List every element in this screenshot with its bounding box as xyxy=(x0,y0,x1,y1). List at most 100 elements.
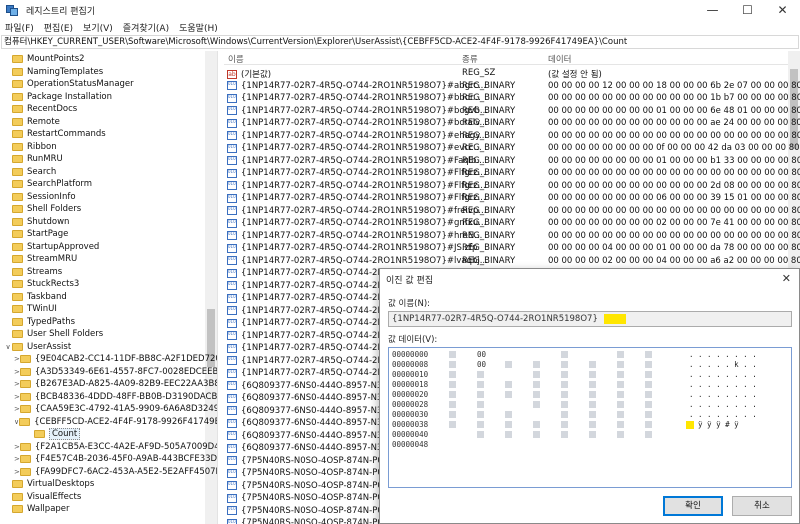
column-name[interactable]: 이름 xyxy=(228,53,244,65)
tree-item[interactable]: Package Installation xyxy=(4,91,209,104)
tree-item[interactable]: User Shell Folders xyxy=(4,328,209,341)
collapse-icon[interactable]: ∨ xyxy=(4,343,12,351)
tree-item-label: Count xyxy=(49,428,81,441)
tree-item[interactable]: NamingTemplates xyxy=(4,66,209,79)
tree-item[interactable]: StartPage xyxy=(4,228,209,241)
binary-value-icon: 010 110 xyxy=(227,156,237,165)
value-row[interactable]: 010 110 {1NP14R77-02R7-4R5Q-O744-2RO1NR51… xyxy=(224,217,800,230)
tree-item[interactable]: Search xyxy=(4,166,209,179)
tree-item[interactable]: ∨ UserAssist xyxy=(4,341,209,354)
minimize-button[interactable]: — xyxy=(695,0,730,20)
tree-item[interactable]: VirtualDesktops xyxy=(4,478,209,491)
expand-icon[interactable]: > xyxy=(14,468,20,476)
folder-icon xyxy=(19,455,31,464)
hex-byte-blurred xyxy=(533,431,540,438)
tree-item[interactable]: > {A3D53349-6E61-4557-8FC7-0028EDCEEBF6} xyxy=(14,366,217,379)
expand-icon[interactable]: > xyxy=(14,455,20,463)
expand-icon[interactable]: > xyxy=(14,380,20,388)
column-data[interactable]: 데이터 xyxy=(548,53,571,65)
value-row[interactable]: 010 110 {1NP14R77-02R7-4R5Q-O744-2RO1NR51… xyxy=(224,142,800,155)
column-type[interactable]: 종류 xyxy=(462,53,478,65)
value-name-cell: 010 110 {6Q809377-6NS0-444O-8957-N377 xyxy=(227,443,393,453)
expand-icon[interactable]: > xyxy=(14,443,20,451)
value-row[interactable]: 010 110 {1NP14R77-02R7-4R5Q-O744-2RO1NR51… xyxy=(224,80,800,93)
value-row[interactable]: 010 110 {1NP14R77-02R7-4R5Q-O744-2RO1NR51… xyxy=(224,242,800,255)
value-row[interactable]: 010 110 {1NP14R77-02R7-4R5Q-O744-2RO1NR51… xyxy=(224,105,800,118)
tree-item[interactable]: MountPoints2 xyxy=(4,53,209,66)
value-type-cell: REG_BINARY xyxy=(462,205,516,216)
value-name-text: (기본값) xyxy=(241,70,272,80)
menu-view[interactable]: 보기(V) xyxy=(78,21,118,34)
tree-item[interactable]: StartupApproved xyxy=(4,241,209,254)
hex-byte-blurred xyxy=(645,381,652,388)
close-button[interactable]: ✕ xyxy=(765,0,800,20)
tree-item[interactable]: SearchPlatform xyxy=(4,178,209,191)
value-name-text: {7P5N40RS-N0SO-4OSP-874N-P0S xyxy=(241,480,389,491)
maximize-button[interactable]: ☐ xyxy=(730,0,765,20)
hex-byte-text: 00 xyxy=(477,360,487,369)
tree-item[interactable]: Remote xyxy=(4,116,209,129)
tree-item[interactable]: Streams xyxy=(4,266,209,279)
menu-help[interactable]: 도움말(H) xyxy=(174,21,223,34)
value-row[interactable]: 010 110 {1NP14R77-02R7-4R5Q-O744-2RO1NR51… xyxy=(224,192,800,205)
tree-item[interactable]: Wallpaper xyxy=(4,503,209,516)
value-type-cell: REG_BINARY xyxy=(462,130,516,141)
value-row[interactable]: 010 110 {1NP14R77-02R7-4R5Q-O744-2RO1NR51… xyxy=(224,130,800,143)
value-type-cell: REG_BINARY xyxy=(462,105,516,116)
value-row[interactable]: 010 110 {1NP14R77-02R7-4R5Q-O744-2RO1NR51… xyxy=(224,230,800,243)
expand-icon[interactable]: > xyxy=(14,355,20,363)
hex-editor[interactable]: 00000000 00. . . . . . . . 00000008 00. . .… xyxy=(388,347,792,488)
value-row[interactable]: 010 110 {1NP14R77-02R7-4R5Q-O744-2RO1NR51… xyxy=(224,255,800,268)
expand-icon[interactable]: > xyxy=(14,393,20,401)
address-bar[interactable]: 컴퓨터\HKEY_CURRENT_USER\Software\Microsoft… xyxy=(1,35,799,49)
dialog-close-icon[interactable]: ✕ xyxy=(782,272,791,285)
tree-item[interactable]: Count xyxy=(26,428,217,441)
binary-value-icon: 010 110 xyxy=(227,106,237,115)
tree-item[interactable]: RunMRU xyxy=(4,153,209,166)
value-row[interactable]: 010 110 {1NP14R77-02R7-4R5Q-O744-2RO1NR51… xyxy=(224,205,800,218)
value-row[interactable]: 010 110 {1NP14R77-02R7-4R5Q-O744-2RO1NR51… xyxy=(224,167,800,180)
value-row[interactable]: 010 110 {1NP14R77-02R7-4R5Q-O744-2RO1NR51… xyxy=(224,180,800,193)
tree-item[interactable]: StreamMRU xyxy=(4,253,209,266)
tree-item[interactable]: > {BCB48336-4DDD-48FF-BB0B-D3190DACB3E2 xyxy=(14,391,217,404)
tree-item[interactable]: VisualEffects xyxy=(4,491,209,504)
ok-button[interactable]: 확인 xyxy=(663,496,723,516)
tree-item[interactable]: > {9E04CAB2-CC14-11DF-BB8C-A2F1DED72085 xyxy=(14,353,217,366)
tree-item[interactable]: TWinUI xyxy=(4,303,209,316)
menu-file[interactable]: 파일(F) xyxy=(0,21,39,34)
menu-edit[interactable]: 편집(E) xyxy=(39,21,78,34)
folder-icon xyxy=(12,480,23,489)
tree-item[interactable]: Ribbon xyxy=(4,141,209,154)
folder-icon xyxy=(12,92,23,101)
tree-item[interactable]: ∨ {CEBFF5CD-ACE2-4F4F-9178-9926F41749EA} xyxy=(14,416,217,429)
tree-item[interactable]: SessionInfo xyxy=(4,191,209,204)
value-name-text: {1NP14R77-02R7-4R5Q-O744-2RO1NR5198O7}#b… xyxy=(241,105,488,116)
cancel-button[interactable]: 취소 xyxy=(732,496,792,516)
menu-favorites[interactable]: 즐겨찾기(A) xyxy=(118,21,174,34)
hex-byte-text: 00 xyxy=(477,350,487,359)
value-row[interactable]: 010 110 {1NP14R77-02R7-4R5Q-O744-2RO1NR51… xyxy=(224,117,800,130)
tree-item[interactable]: RecentDocs xyxy=(4,103,209,116)
tree-item[interactable]: Taskband xyxy=(4,291,209,304)
expand-icon[interactable]: > xyxy=(14,368,20,376)
tree-item[interactable]: TypedPaths xyxy=(4,316,209,329)
tree-item[interactable]: Shutdown xyxy=(4,216,209,229)
tree-item[interactable]: Shell Folders xyxy=(4,203,209,216)
tree-item[interactable]: > {CAA59E3C-4792-41A5-9909-6A6A8D32490E} xyxy=(14,403,217,416)
value-row[interactable]: 010 110 {1NP14R77-02R7-4R5Q-O744-2RO1NR51… xyxy=(224,155,800,168)
hex-byte-blurred xyxy=(645,351,652,358)
tree-item[interactable]: OperationStatusManager xyxy=(4,78,209,91)
expand-icon[interactable]: > xyxy=(14,405,20,413)
value-row[interactable]: 010 110 {1NP14R77-02R7-4R5Q-O744-2RO1NR51… xyxy=(224,92,800,105)
tree-item[interactable]: > {F2A1CB5A-E3CC-4A2E-AF9D-505A7009D442 xyxy=(14,441,217,454)
binary-value-icon: 010 110 xyxy=(227,343,237,353)
tree-item[interactable]: > {FA99DFC7-6AC2-453A-A5E2-5E2AFF4507BD} xyxy=(14,466,217,479)
tree-item[interactable]: > {F4E57C4B-2036-45F0-A9AB-443BCFE33D9F} xyxy=(14,453,217,466)
binary-value-icon: 010 110 xyxy=(227,231,237,240)
value-data-cell: 00 00 00 00 00 00 00 00 00 00 00 00 00 0… xyxy=(548,205,800,216)
tree-item[interactable]: > {B267E3AD-A825-4A09-82B9-EEC22AA3B847} xyxy=(14,378,217,391)
value-row[interactable]: ab (기본값) REG_SZ (값 설정 안 됨) xyxy=(224,67,789,80)
tree-item[interactable]: RestartCommands xyxy=(4,128,209,141)
tree-item[interactable]: StuckRects3 xyxy=(4,278,209,291)
value-name-field[interactable]: {1NP14R77-02R7-4R5Q-O744-2RO1NR5198O7} xyxy=(388,311,792,327)
